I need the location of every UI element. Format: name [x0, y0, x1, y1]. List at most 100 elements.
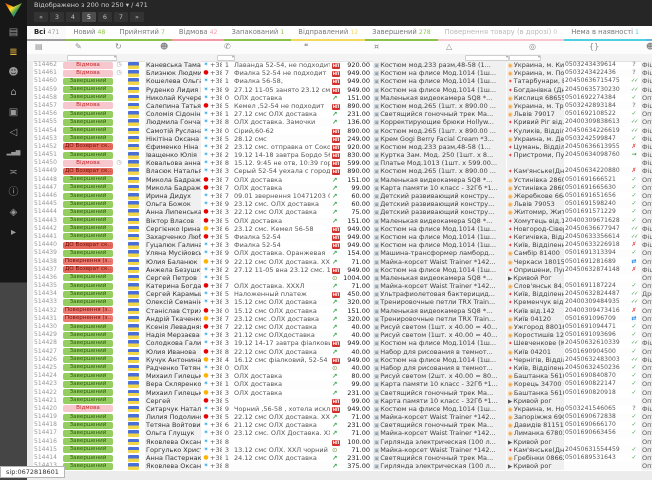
row-select[interactable]	[27, 274, 33, 282]
ttn-number[interactable]	[565, 159, 627, 167]
order-row[interactable]: 514449ДО Возврат ск..Власюк Наталья✶+383…	[27, 167, 652, 175]
ttn-number[interactable]: 20450631554459	[565, 446, 627, 454]
order-row[interactable]: 514460ЗавершенийКошелева Ольга Ар...✶+38…	[27, 77, 652, 85]
tab-Всі[interactable]: Всі471	[27, 26, 66, 41]
order-row[interactable]: 514445ЗавершенийОльга Божок✶+38923.12 см…	[27, 200, 652, 208]
page-button[interactable]: 5	[82, 12, 96, 22]
ttn-number[interactable]: 0501691093696	[565, 331, 627, 339]
row-select[interactable]	[27, 102, 33, 110]
row-select[interactable]	[27, 184, 33, 192]
order-row[interactable]: 514438Повернення (з..Юлия Баланюк●+38922…	[27, 258, 652, 266]
tab-Прийнятий[interactable]: Прийнятий7	[112, 26, 172, 41]
order-row[interactable]: 514435ЗавершенийКатерина Богданова●+387О…	[27, 282, 652, 290]
status-column-icon[interactable]: ✎	[75, 42, 82, 51]
order-row[interactable]: 514426ЗавершенийКучук Антонина●+38416.12…	[27, 356, 652, 364]
ttn-number[interactable]: 20450636677947	[565, 225, 627, 233]
order-row[interactable]: 514456ЗавершенийСоломія Сідоніна✶+38127.…	[27, 110, 652, 118]
ttn-number[interactable]: 20450634220880	[565, 167, 627, 175]
order-row[interactable]: 514442ЗавершенийСергієнко Ірина Ми...●+3…	[27, 225, 652, 233]
ttn-number[interactable]: 20450632450236	[565, 364, 627, 372]
order-row[interactable]: 514444ЗавершенийАнна Липенська●+38322.12…	[27, 208, 652, 216]
order-row[interactable]: 514457ВідмоваСалепина Татьяна С...●+385К…	[27, 102, 652, 110]
ttn-number[interactable]: 20450634098760	[565, 151, 627, 159]
row-select[interactable]	[27, 208, 33, 216]
ttn-number[interactable]	[565, 397, 627, 405]
order-row[interactable]: 514427ЗавершенийЮлия Иванова●+38822.12 с…	[27, 348, 652, 356]
client-column-icon[interactable]: ☻	[160, 42, 168, 51]
ttn-number[interactable]: 0501691313394	[565, 249, 627, 257]
row-select[interactable]	[27, 315, 33, 323]
showing-range-label[interactable]: Відображено з 200 по 250 ▾ / 471	[34, 1, 148, 9]
order-row[interactable]: 514416ЗавершенийЯковлева Оксана✶+388НП10…	[27, 438, 652, 446]
ttn-column-icon[interactable]: {}	[589, 42, 599, 51]
row-select[interactable]	[27, 380, 33, 388]
page-button[interactable]: 7	[114, 12, 128, 22]
ttn-number[interactable]: 0503242599847	[565, 135, 627, 143]
id-column-icon[interactable]: ▤	[35, 42, 43, 51]
order-row[interactable]: 514425ЗавершенийРадченко Тетяна✶+380ОЛХ⊙…	[27, 364, 652, 372]
order-row[interactable]: 514429ЗавершенийНадія Мерзаєва✶+38321.12…	[27, 331, 652, 339]
page-button[interactable]: 3	[50, 12, 64, 22]
ttn-number[interactable]: 0503243439614	[565, 61, 627, 69]
order-row[interactable]: 514414ЗавершенийАнна Пастернак●+38124.12…	[27, 454, 652, 462]
ttn-number[interactable]: 0501692274384	[565, 94, 627, 102]
row-select[interactable]	[27, 356, 33, 364]
tab-Самовивіз[interactable]: Самовивіз2	[646, 26, 652, 41]
order-row[interactable]: 514440ДО Возврат ск..Гуцалюк Галина✶+383…	[27, 241, 652, 249]
order-row[interactable]: 514413ЗавершенийЯковлева Оксана✶+388↗375…	[27, 462, 652, 470]
orders-icon[interactable]: ≣	[0, 43, 27, 63]
tab-Повернення товару (в дорозі)[interactable]: Повернення товару (в дорозі)0	[438, 26, 565, 41]
order-row[interactable]: 514424ЗавершенийМихаил Гилецький●+383ОЛХ…	[27, 372, 652, 380]
row-select[interactable]	[27, 454, 33, 462]
bank-icon[interactable]: ⌂	[0, 83, 27, 103]
row-select[interactable]	[27, 77, 33, 85]
row-select[interactable]	[27, 233, 33, 241]
ttn-number[interactable]: 0503241546065	[565, 405, 627, 413]
info-icon[interactable]: ⓘ	[0, 183, 27, 203]
ttn-number[interactable]: 20450636715475	[565, 77, 627, 85]
page-button[interactable]: »	[130, 12, 144, 22]
ttn-number[interactable]: 20400309671628	[565, 217, 627, 225]
order-row[interactable]: 514455ЗавершенийЛюдмила Гончарова✶+388ОЛ…	[27, 118, 652, 126]
order-row[interactable]: 514418ЗавершенийТетяна Войтович✶+38621.1…	[27, 421, 652, 429]
money-column-icon[interactable]: ¤	[374, 42, 379, 51]
order-row[interactable]: 514423ЗавершенийВера Скляренко✶+381ОЛХ д…	[27, 380, 652, 388]
row-select[interactable]	[27, 151, 33, 159]
row-select[interactable]	[27, 446, 33, 454]
tag-icon[interactable]: ◈	[0, 203, 27, 223]
row-select[interactable]	[27, 176, 33, 184]
row-select[interactable]	[27, 364, 33, 372]
phone-column-icon[interactable]: ✆	[224, 42, 231, 51]
dashboard-icon[interactable]: ▤	[0, 23, 27, 43]
order-row[interactable]: 514451ЗавершенийІващенко Юлія✶+38219.12 …	[27, 151, 652, 159]
ttn-number[interactable]: 0501691096709	[565, 315, 627, 323]
order-row[interactable]: 514415ЗавершенийГоргулько Христина...✶+3…	[27, 446, 652, 454]
stats-icon[interactable]: ▂▄▆	[0, 143, 27, 163]
row-select[interactable]	[27, 225, 33, 233]
row-select[interactable]	[27, 127, 33, 135]
row-select[interactable]	[27, 405, 33, 413]
row-select[interactable]	[27, 323, 33, 331]
row-select[interactable]	[27, 266, 33, 274]
row-select[interactable]	[27, 413, 33, 421]
ttn-number[interactable]: 20450632874148	[565, 266, 627, 274]
order-row[interactable]: 514443ЗавершенийВіктор Власов●+385ОЛХ до…	[27, 217, 652, 225]
ttn-number[interactable]: 0501690663456	[565, 429, 627, 437]
ttn-number[interactable]: 0501691651656	[565, 192, 627, 200]
order-row[interactable]: 514433ЗавершенийОлексій Семанін✶+38315.1…	[27, 298, 652, 306]
ttn-number[interactable]	[565, 274, 627, 282]
order-row[interactable]: 514430ЗавершенийКсенія Левадняя●+38722.1…	[27, 323, 652, 331]
row-select[interactable]	[27, 397, 33, 405]
ttn-number[interactable]: 20450632610339	[565, 339, 627, 347]
ttn-number[interactable]: 20450632483003	[565, 356, 627, 364]
row-select[interactable]	[27, 61, 33, 69]
ttn-number[interactable]: 0501690840870	[565, 372, 627, 380]
row-select[interactable]	[27, 200, 33, 208]
ttn-number[interactable]: 20400309838613	[565, 118, 627, 126]
order-row[interactable]: 514454ЗавершенийСамотій Руслана Во...✶+3…	[27, 127, 652, 135]
ttn-number[interactable]: 20450633226918	[565, 241, 627, 249]
ttn-number[interactable]: 20450635730230	[565, 86, 627, 94]
row-select[interactable]	[27, 118, 33, 126]
order-row[interactable]: 514447ЗавершенийМикола Бадражан●+387ОЛХ …	[27, 184, 652, 192]
order-row[interactable]: 514428ЗавершенийСолодкова Галина В...✶+3…	[27, 339, 652, 347]
